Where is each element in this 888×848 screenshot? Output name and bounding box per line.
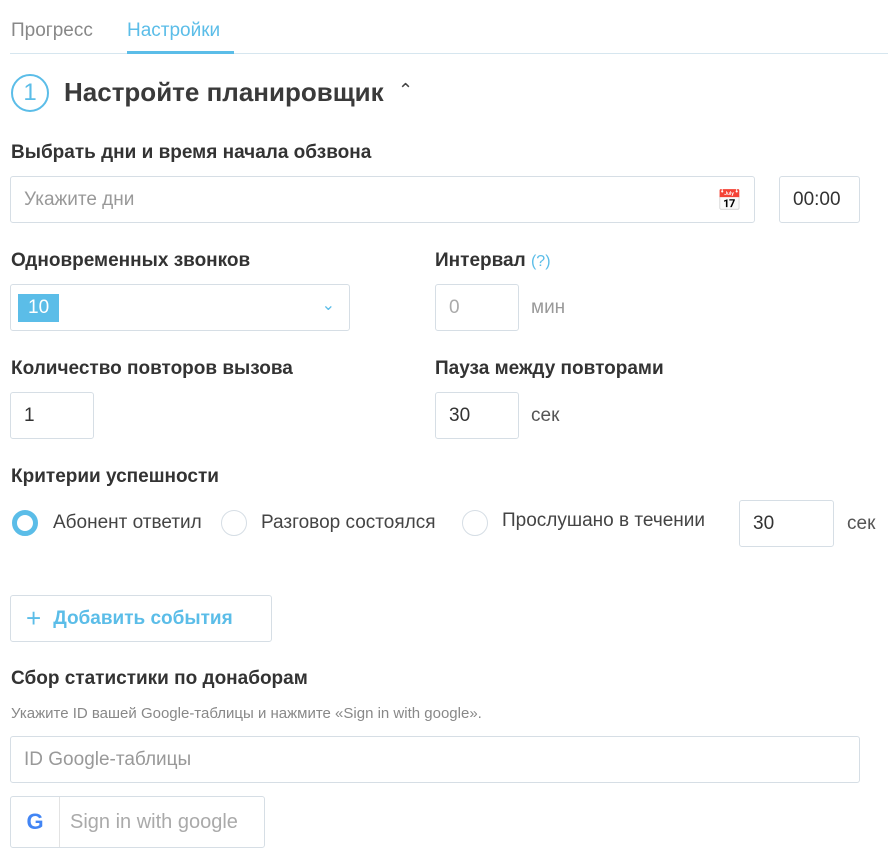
tab-settings[interactable]: Настройки — [127, 20, 220, 42]
plus-icon: + — [26, 603, 42, 633]
days-input[interactable]: Укажите дни 📅 — [10, 176, 755, 223]
retries-label: Количество повторов вызова — [11, 358, 293, 379]
interval-input[interactable]: 0 — [435, 284, 519, 331]
concurrent-selected-tag: 10 — [18, 293, 60, 322]
tab-progress[interactable]: Прогресс — [11, 20, 93, 42]
interval-unit: мин — [531, 297, 566, 318]
retries-input[interactable]: 1 — [10, 392, 94, 439]
radio-listened-for[interactable] — [462, 510, 488, 536]
add-events-label: Добавить события — [53, 607, 233, 629]
stats-hint: Укажите ID вашей Google-таблицы и нажмит… — [11, 705, 482, 722]
google-signin-button[interactable]: G Sign in with google — [10, 796, 265, 848]
stats-label: Сбор статистики по донаборам — [11, 668, 308, 689]
google-icon: G — [11, 797, 60, 847]
days-placeholder: Укажите дни — [24, 188, 135, 210]
pause-input[interactable]: 30 — [435, 392, 519, 439]
radio-label: Прослушано в течении — [502, 510, 706, 531]
interval-label-text: Интервал — [435, 250, 526, 271]
radio-label: Разговор состоялся — [261, 512, 436, 533]
time-input[interactable]: 00:00 — [779, 176, 860, 223]
radio-conversation-held[interactable] — [221, 510, 247, 536]
pause-unit: сек — [531, 405, 560, 426]
days-label: Выбрать дни и время начала обзвона — [11, 142, 372, 163]
add-events-button[interactable]: + Добавить события — [10, 595, 272, 642]
step-number: 1 — [11, 74, 49, 112]
chevron-down-icon[interactable]: ⌄ — [322, 295, 335, 315]
calendar-icon[interactable]: 📅 — [717, 188, 742, 213]
google-signin-label: Sign in with google — [70, 810, 238, 833]
radio-subscriber-answered[interactable] — [12, 510, 38, 536]
pause-label: Пауза между повторами — [435, 358, 664, 379]
criteria-label: Критерии успешности — [11, 466, 219, 487]
interval-help-icon[interactable]: (?) — [531, 253, 551, 270]
sheet-id-input[interactable]: ID Google-таблицы — [10, 736, 860, 783]
interval-label: Интервал (?) — [435, 250, 551, 272]
chevron-up-icon[interactable]: ⌃ — [398, 80, 413, 101]
concurrent-label: Одновременных звонков — [11, 250, 251, 271]
radio-label: Абонент ответил — [53, 512, 202, 533]
concurrent-select[interactable]: 10 ⌄ — [10, 284, 350, 331]
active-tab-indicator — [127, 51, 234, 54]
section-title: Настройте планировщик — [64, 77, 384, 107]
sheet-id-placeholder: ID Google-таблицы — [24, 748, 192, 770]
listen-unit: сек — [847, 513, 876, 534]
listen-duration-input[interactable]: 30 — [739, 500, 834, 547]
